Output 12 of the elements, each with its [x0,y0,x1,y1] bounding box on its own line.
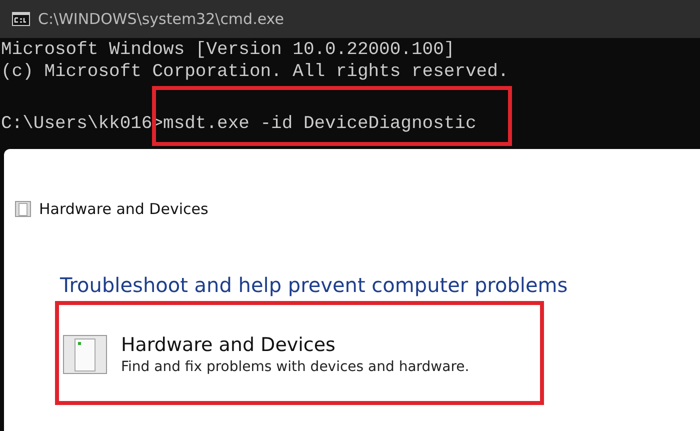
device-icon [15,201,31,217]
command-text: msdt.exe -id DeviceDiagnostic [163,113,476,135]
section-heading: Troubleshoot and help prevent computer problems [60,273,569,297]
device-icon [63,335,107,375]
troubleshooter-item[interactable]: Hardware and Devices Find and fix problems with devices and hardware. [55,301,544,377]
dialog-title: Hardware and Devices [39,200,208,218]
item-title: Hardware and Devices [121,333,336,357]
console-line: Microsoft Windows [Version 10.0.22000.100] [1,39,456,61]
console-icon [12,12,30,26]
item-description: Find and fix problems with devices and hardware. [121,358,470,377]
console-line: (c) Microsoft Corporation. All rights reserved. [1,61,510,83]
window-title: C:\WINDOWS\system32\cmd.exe [38,10,284,28]
